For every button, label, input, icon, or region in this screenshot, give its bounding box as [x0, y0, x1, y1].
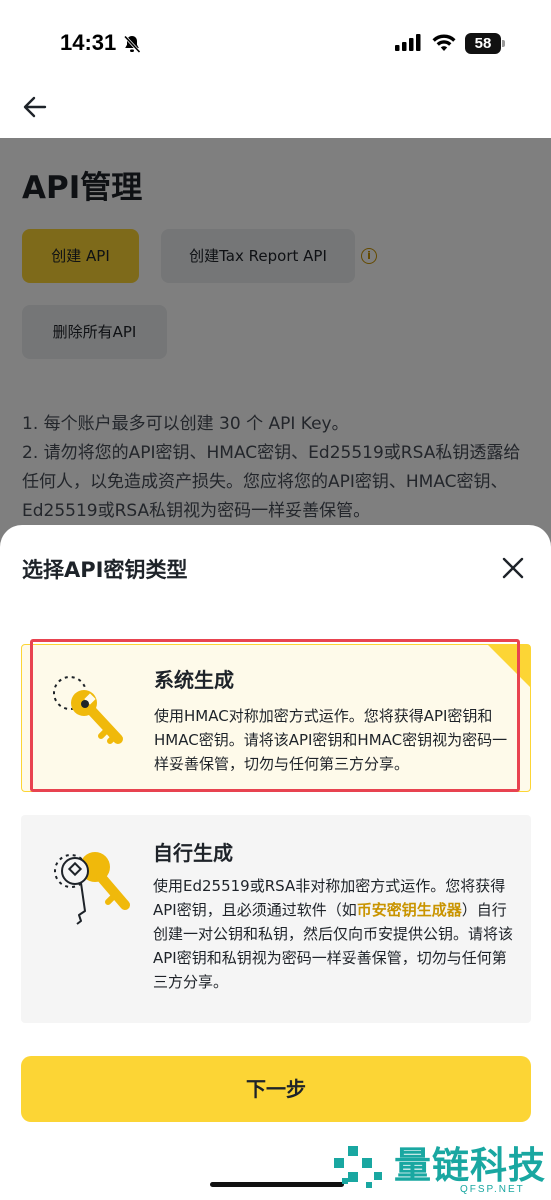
watermark-subtext: QFSP.NET: [460, 1184, 525, 1195]
option-system-generated[interactable]: 系统生成 使用HMAC对称加密方式运作。您将获得API密钥和HMAC密钥。请将该…: [21, 644, 531, 792]
key-icon: [48, 667, 128, 751]
close-button[interactable]: [500, 555, 526, 581]
option-title: 自行生成: [153, 841, 233, 865]
key-generator-link[interactable]: 币安密钥生成器: [357, 901, 462, 919]
cellular-signal-icon: [395, 34, 421, 56]
arrow-left-icon: [23, 96, 47, 118]
battery-cap: [502, 40, 505, 47]
option-description: 使用HMAC对称加密方式运作。您将获得API密钥和HMAC密钥。请将该API密钥…: [154, 707, 508, 773]
close-icon: [502, 557, 524, 579]
status-bar: 14:31 58: [0, 0, 551, 90]
option-description: 使用Ed25519或RSA非对称加密方式运作。您将获得API密钥，且必须通过软件…: [153, 874, 513, 994]
key-pair-icon: [41, 841, 131, 931]
next-button[interactable]: 下一步: [21, 1056, 531, 1122]
api-key-type-sheet: 选择API密钥类型 系统生成 使用HMAC对称加密方式运作。您将获得API密钥和…: [0, 525, 551, 1200]
sheet-title: 选择API密钥类型: [22, 558, 188, 582]
home-indicator: [210, 1182, 344, 1187]
selected-corner-mark: [488, 645, 530, 687]
back-button[interactable]: [22, 94, 52, 120]
bell-slash-icon: [122, 34, 142, 58]
wifi-icon: [432, 33, 456, 56]
status-time: 14:31: [60, 30, 117, 55]
watermark-text: 量链科技: [394, 1144, 546, 1187]
watermark-logo-icon: [330, 1138, 386, 1198]
option-self-generated[interactable]: 自行生成 使用Ed25519或RSA非对称加密方式运作。您将获得API密钥，且必…: [21, 815, 531, 1023]
option-title: 系统生成: [154, 668, 234, 692]
battery-icon: 58: [465, 33, 501, 54]
